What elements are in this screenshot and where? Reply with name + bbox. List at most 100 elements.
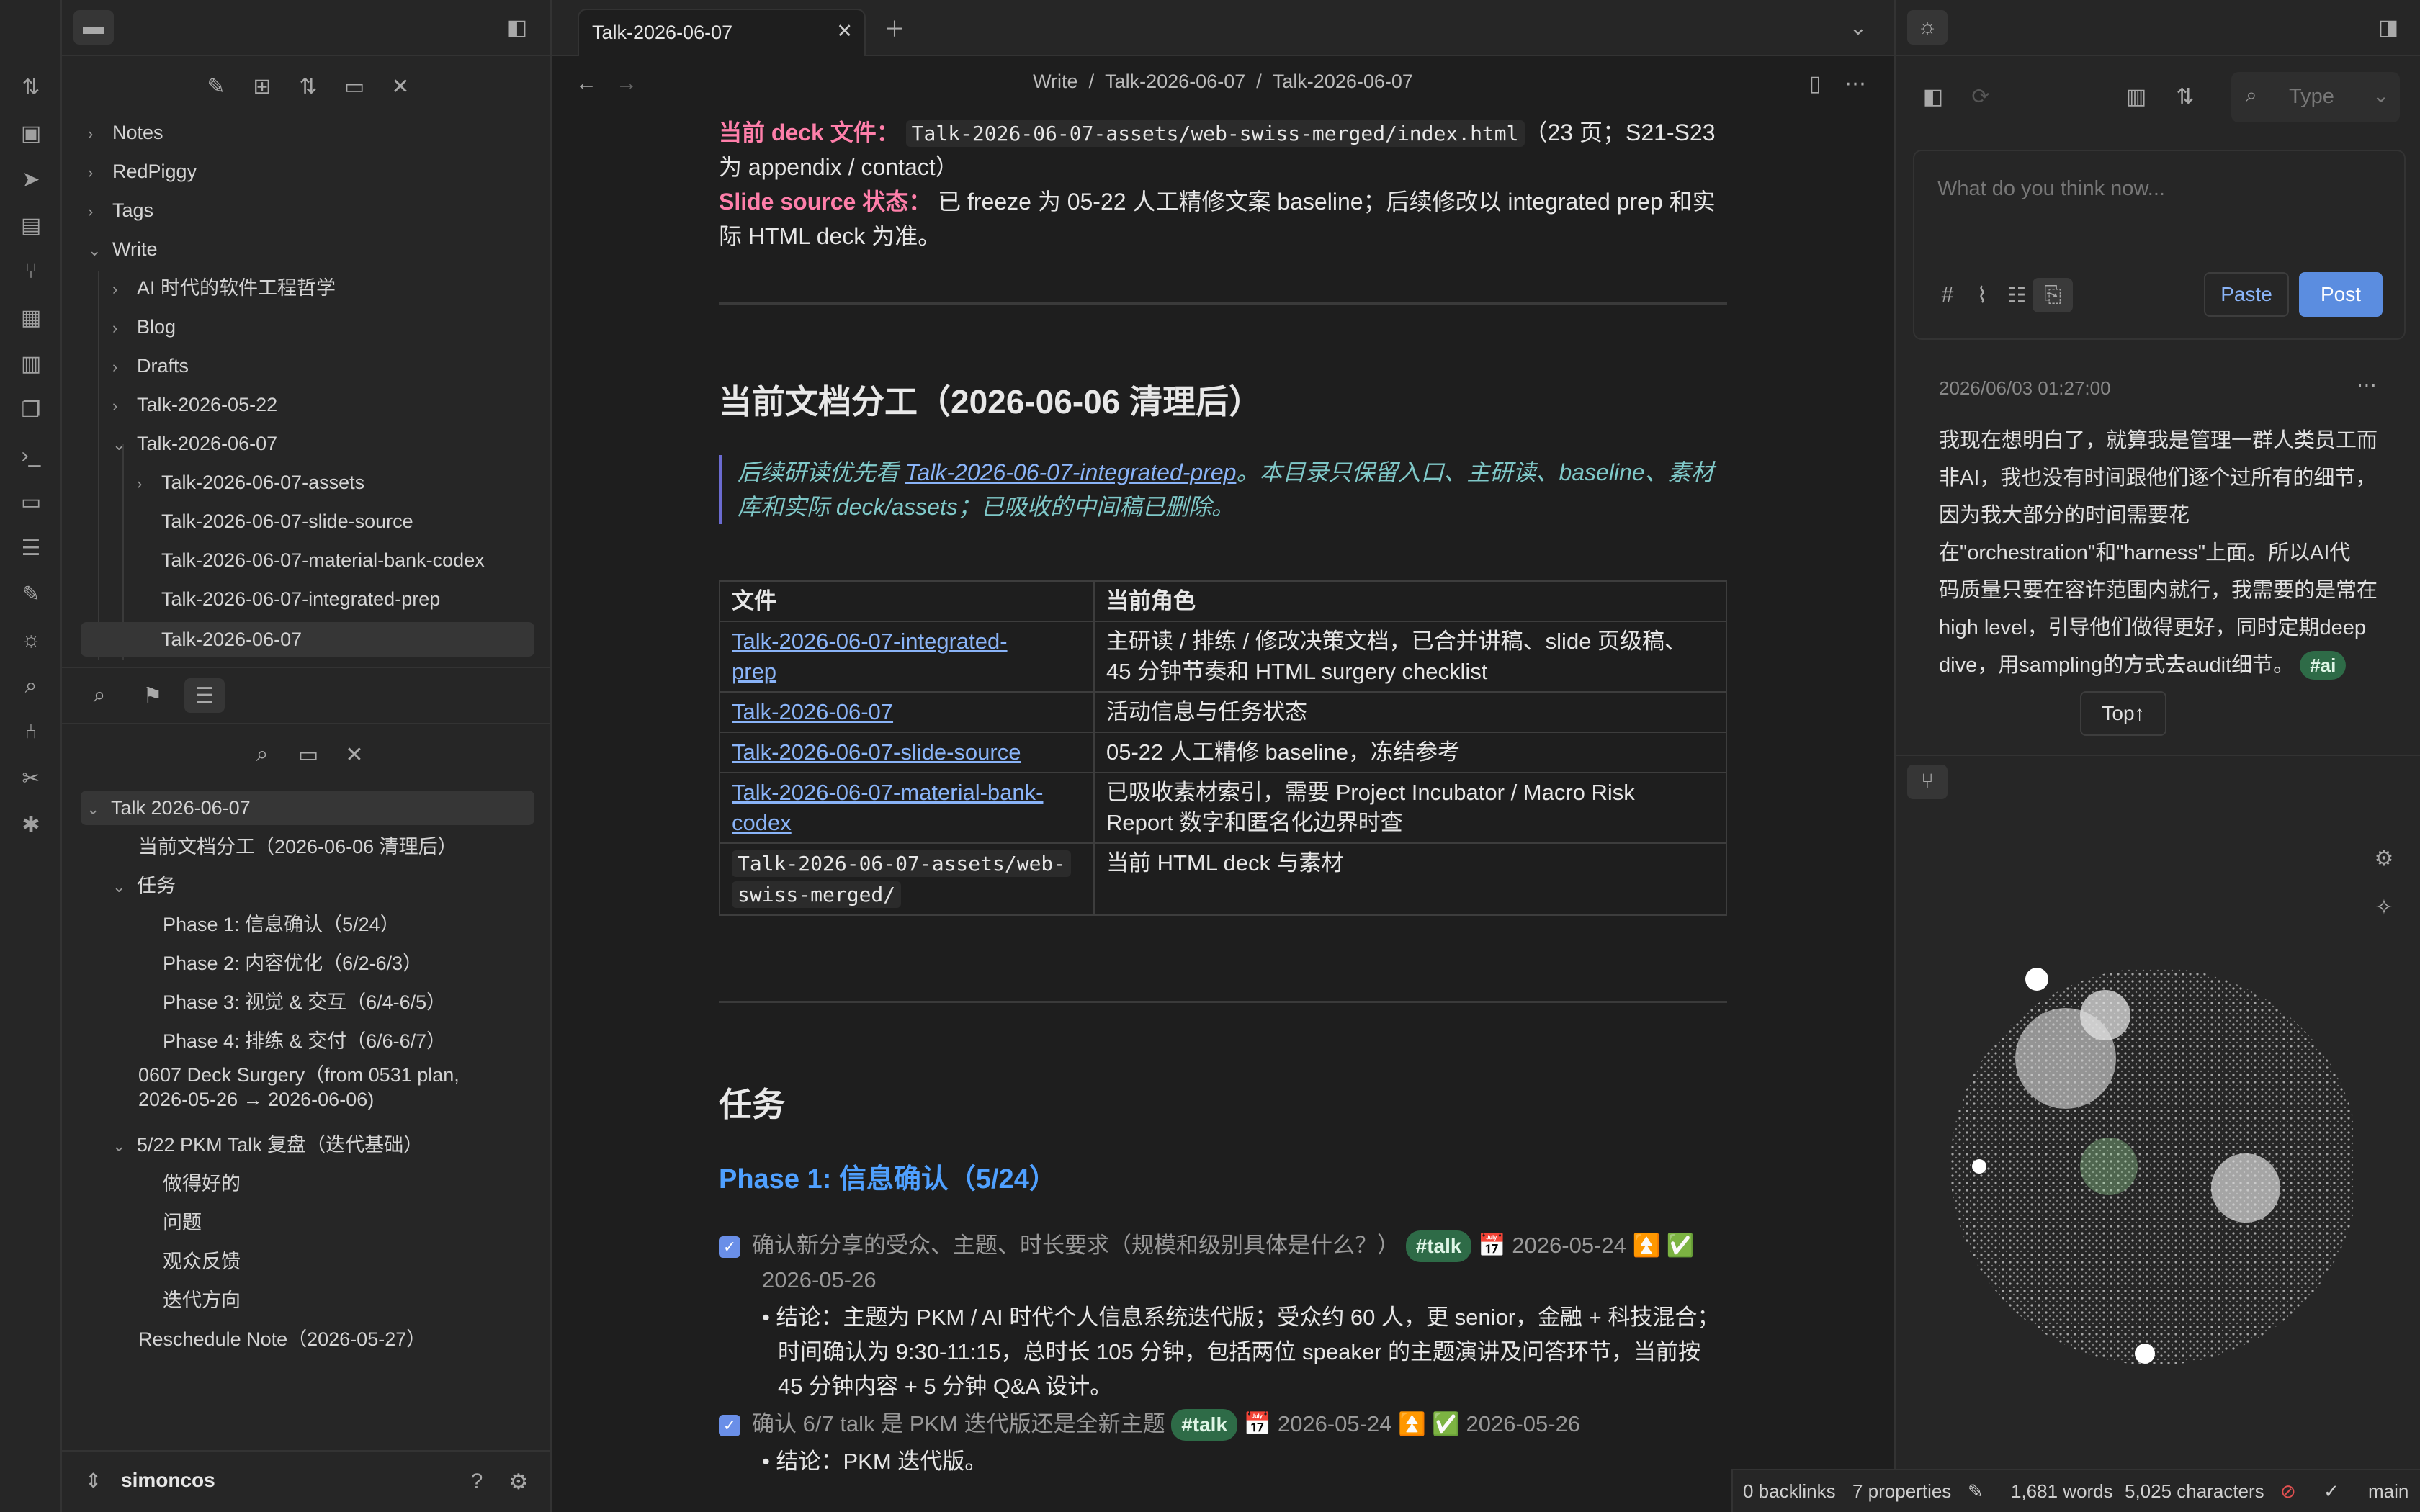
tree-item-write[interactable]: ⌄ Write xyxy=(88,232,158,266)
tag-talk[interactable]: #talk xyxy=(1405,1230,1472,1262)
reading-view-icon[interactable]: ▯ xyxy=(1795,66,1835,101)
search-input[interactable]: Type xyxy=(2289,85,2334,109)
graph-icon[interactable]: ⑂ xyxy=(16,256,46,287)
magic-wand-icon[interactable]: ✧ xyxy=(2364,890,2404,924)
outline-item[interactable]: Phase 3: 视觉 & 交互（6/4-6/5） xyxy=(163,985,446,1020)
collapse-icon[interactable]: ✕ xyxy=(380,69,421,104)
expand-icon[interactable]: ▭ xyxy=(288,737,328,772)
tools-icon[interactable]: ✂ xyxy=(16,763,46,793)
outline-item[interactable]: 观众反馈 xyxy=(163,1244,241,1279)
sidebar-toggle-icon[interactable]: ◨ xyxy=(2368,10,2408,45)
outline-item[interactable]: 0607 Deck Surgery（from 0531 plan, 2026-05… xyxy=(138,1063,460,1110)
brush-icon[interactable]: ✎ xyxy=(16,579,46,609)
outline-item[interactable]: ⌄ 5/22 PKM Talk 复盘（迭代基础） xyxy=(112,1128,423,1162)
close-icon[interactable]: ✕ xyxy=(836,20,853,42)
settings-icon[interactable]: ⚙ xyxy=(2364,841,2404,876)
search-icon[interactable]: ⌕ xyxy=(79,678,120,713)
tree-item-folder[interactable]: ⌄ Talk-2026-06-07 xyxy=(112,426,277,461)
sort-icon[interactable]: ⇅ xyxy=(288,69,328,104)
new-note-icon[interactable]: ✎ xyxy=(196,69,236,104)
callout-quote: 后续研读优先看 Talk-2026-06-07-integrated-prep。… xyxy=(719,455,1727,524)
tree-item-blog[interactable]: › Blog xyxy=(112,310,176,344)
outline-item[interactable]: 迭代方向 xyxy=(163,1283,241,1318)
more-options-icon[interactable]: ⋯ xyxy=(1835,66,1876,101)
tree-item-notes[interactable]: › Notes xyxy=(88,115,163,150)
post-button[interactable]: Post xyxy=(2299,272,2383,317)
search-icon[interactable]: ⌕ xyxy=(16,671,46,701)
lightbulb-icon[interactable]: ☼ xyxy=(16,625,46,655)
outline-item[interactable]: Reschedule Note（2026-05-27） xyxy=(138,1322,426,1356)
tag-ai[interactable]: #ai xyxy=(2300,651,2347,680)
outline-list-icon[interactable]: ☰ xyxy=(184,678,225,713)
copy-icon[interactable]: ❐ xyxy=(16,395,46,425)
tree-item-redpiggy[interactable]: › RedPiggy xyxy=(88,154,197,189)
memo-menu-icon[interactable]: ⋯ xyxy=(2357,373,2377,397)
lightbulb-icon[interactable]: ☼ xyxy=(1907,10,1948,45)
outline-item[interactable]: Phase 4: 排练 & 交付（6/6-6/7） xyxy=(163,1024,446,1058)
paste-button[interactable]: Paste xyxy=(2204,272,2289,317)
outline-icon[interactable]: ⇅ xyxy=(16,72,46,102)
tab-active[interactable]: Talk-2026-06-07 ✕ xyxy=(578,9,866,56)
template-icon[interactable]: ⎘ xyxy=(2033,278,2073,312)
outline-item[interactable]: Phase 1: 信息确认（5/24） xyxy=(163,907,400,942)
tree-item-active-file[interactable]: Talk-2026-06-07 xyxy=(81,622,534,657)
vault-name[interactable]: simoncos xyxy=(121,1469,215,1492)
outline-item[interactable]: 当前文档分工（2026-06-06 清理后） xyxy=(138,829,457,864)
tree-item-folder[interactable]: › Talk-2026-06-07-assets xyxy=(137,465,364,500)
panel-icon[interactable]: ◧ xyxy=(1913,79,1953,114)
grid-icon[interactable]: ▦ xyxy=(16,302,46,333)
image-icon[interactable]: ▣ xyxy=(16,118,46,148)
task-subitem: 45 分钟内容 + 5 分钟 Q&A 设计。 xyxy=(778,1374,1113,1399)
collapse-icon[interactable]: ✕ xyxy=(334,737,375,772)
chevron-down-icon[interactable]: ⌄ xyxy=(1838,10,1878,45)
outline-item[interactable]: ⌄ 任务 xyxy=(112,868,176,903)
tree-item-folder[interactable]: › AI 时代的软件工程哲学 xyxy=(112,271,336,305)
checkbox[interactable]: ✓ xyxy=(719,1236,740,1258)
tree-item-drafts[interactable]: › Drafts xyxy=(112,348,189,383)
top-button[interactable]: Top↑ xyxy=(2080,691,2166,736)
checklist-icon[interactable]: ☰ xyxy=(16,533,46,563)
tree-item-file[interactable]: Talk-2026-06-07-material-bank-codex xyxy=(161,543,485,577)
switch-vault-icon[interactable]: ⇕ xyxy=(85,1469,102,1493)
tree-item-file[interactable]: Talk-2026-06-07-integrated-prep xyxy=(161,582,440,616)
backlinks-count[interactable]: 0 backlinks xyxy=(1743,1480,1836,1503)
outline-item[interactable]: 做得好的 xyxy=(163,1166,241,1201)
tree-item-tags[interactable]: › Tags xyxy=(88,193,153,228)
tree-item-file[interactable]: Talk-2026-06-07-slide-source xyxy=(161,504,413,539)
sidebar-toggle-icon[interactable]: ◧ xyxy=(497,10,537,45)
git-branch[interactable]: main xyxy=(2368,1480,2408,1503)
expand-icon[interactable]: ▭ xyxy=(334,69,375,104)
bookmark-icon[interactable]: ⚑ xyxy=(133,678,173,713)
list-icon[interactable]: ☷ xyxy=(1996,278,2037,312)
memo-search[interactable]: ⌕ Type ⌄ xyxy=(2231,72,2400,122)
search-icon[interactable]: ⌕ xyxy=(242,737,282,772)
graph-view-icon[interactable]: ⑂ xyxy=(1907,765,1948,799)
check-icon[interactable]: ✓ xyxy=(2323,1480,2339,1503)
settings-icon[interactable]: ⚙ xyxy=(498,1464,539,1499)
folder-icon[interactable]: ▬ xyxy=(73,10,114,45)
calendar-icon[interactable]: ▥ xyxy=(2116,79,2156,114)
terminal-icon[interactable]: ›_ xyxy=(16,441,46,471)
send-icon[interactable]: ➤ xyxy=(16,164,46,194)
sync-off-icon[interactable]: ⊘ xyxy=(2280,1480,2296,1503)
tree-item-folder[interactable]: › Talk-2026-05-22 xyxy=(112,387,277,422)
properties-count[interactable]: 7 properties xyxy=(1852,1480,1951,1503)
layout-icon[interactable]: ▭ xyxy=(16,487,46,517)
new-folder-icon[interactable]: ⊞ xyxy=(242,69,282,104)
edit-icon[interactable]: ✎ xyxy=(1968,1480,1984,1503)
outline-item[interactable]: 问题 xyxy=(163,1205,202,1240)
sort-icon[interactable]: ⇅ xyxy=(2165,79,2205,114)
calendar-icon[interactable]: ▥ xyxy=(16,348,46,379)
refresh-icon[interactable]: ⟳ xyxy=(1960,79,2001,114)
checkbox[interactable]: ✓ xyxy=(719,1414,740,1436)
outline-item[interactable]: Phase 2: 内容优化（6/2-6/3） xyxy=(163,946,422,981)
help-icon[interactable]: ? xyxy=(457,1464,497,1499)
git-icon[interactable]: ⑃ xyxy=(16,717,46,747)
outline-item[interactable]: ⌄ Talk 2026-06-07 xyxy=(81,791,534,825)
new-tab-icon[interactable]: ＋ xyxy=(874,10,915,45)
memo-input[interactable]: What do you think now... xyxy=(1937,177,2165,201)
plugin-icon[interactable]: ✱ xyxy=(16,809,46,840)
graph-view[interactable] xyxy=(1950,950,2354,1382)
tag-talk[interactable]: #talk xyxy=(1171,1409,1238,1441)
document-icon[interactable]: ▤ xyxy=(16,210,46,240)
